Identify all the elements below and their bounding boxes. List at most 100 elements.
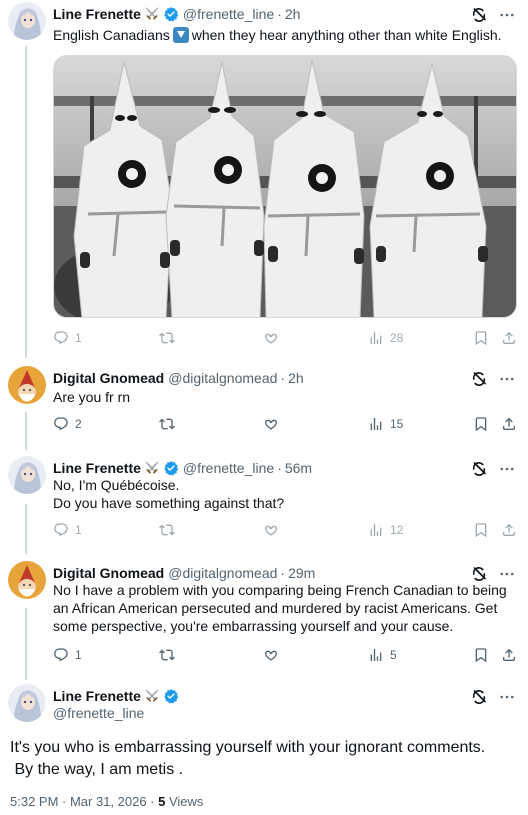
bookmark-icon [473,522,489,538]
reply-icon [53,647,69,663]
crossed-swords-icon [144,460,160,476]
timestamp[interactable]: 2h [288,370,304,386]
heart-icon [263,647,279,663]
verified-badge-icon [163,460,179,476]
retweet-icon [159,330,175,346]
reply-count: 1 [75,648,82,662]
retweet-button[interactable] [159,522,181,538]
author-name[interactable]: Digital Gnomead [53,370,164,386]
retweet-button[interactable] [159,330,181,346]
retweet-button[interactable] [159,416,181,432]
like-button[interactable] [263,330,285,346]
tweet[interactable]: Line Frenette @frenette_line · 56m No, I… [0,456,528,544]
retweet-icon [159,522,175,538]
retweet-icon [159,647,175,663]
tweet-top-icons [470,6,516,24]
tweet[interactable]: Digital Gnomead @digitalgnomead · 29m No… [0,561,528,671]
reply-icon [53,522,69,538]
avatar[interactable] [8,456,46,494]
timestamp[interactable]: 29m [288,565,315,581]
bookmark-icon [473,416,489,432]
tweet-text: No I have a problem with you comparing b… [53,581,515,635]
grok-icon[interactable] [470,370,488,388]
tweet[interactable]: Digital Gnomead @digitalgnomead · 2h Are… [0,366,528,436]
author-handle[interactable]: @frenette_line [183,6,274,22]
view-count: 5 [390,648,397,662]
author-name[interactable]: Line Frenette [53,460,141,476]
timestamp[interactable]: 2h [285,6,301,22]
avatar[interactable] [8,561,46,599]
tweet-actions: 1 12 [53,522,515,542]
tweet-text-line: No, I'm Québécoise. [53,477,180,493]
grok-icon[interactable] [470,6,488,24]
share-button[interactable] [501,330,517,346]
view-count: 15 [390,417,404,431]
heart-icon [263,330,279,346]
tweet-meta: 5:32 PM · Mar 31, 2026 · 5 Views [10,794,203,809]
share-icon [501,522,517,538]
tweet-image[interactable] [53,55,517,318]
bookmark-icon [473,330,489,346]
view-count: 28 [390,331,404,345]
tweet-text-line: Are you fr rn [53,389,131,405]
tweet-top-icons [470,688,516,706]
views-button[interactable]: 5 [368,647,397,663]
separator: · [280,565,286,581]
retweet-button[interactable] [159,647,181,663]
focused-tweet[interactable]: Line Frenette @frenette_line [0,684,528,734]
bookmark-button[interactable] [473,330,489,346]
reply-button[interactable]: 1 [53,330,82,346]
separator: · [277,6,282,22]
avatar[interactable] [8,684,46,722]
separator: · [280,370,286,386]
timestamp[interactable]: 56m [285,460,312,476]
reply-button[interactable]: 2 [53,416,82,432]
bookmark-button[interactable] [473,416,489,432]
tweet[interactable]: Line Frenette @frenette_line · 2h Englis… [0,2,528,348]
views-button[interactable]: 28 [368,330,403,346]
like-button[interactable] [263,416,285,432]
author-handle[interactable]: @frenette_line [53,705,144,721]
share-button[interactable] [501,647,517,663]
bookmark-button[interactable] [473,647,489,663]
tweet-text: No, I'm Québécoise. Do you have somethin… [53,476,515,512]
kkk-photo [54,56,516,317]
share-button[interactable] [501,416,517,432]
tweet-actions: 2 15 [53,416,515,436]
reply-count: 1 [75,331,82,345]
views-chart-icon [368,416,384,432]
bookmark-button[interactable] [473,522,489,538]
author-name[interactable]: Line Frenette [53,6,141,22]
share-button[interactable] [501,522,517,538]
views-button[interactable]: 12 [368,522,403,538]
like-button[interactable] [263,647,285,663]
author-handle[interactable]: @digitalgnomead [168,370,277,386]
reply-button[interactable]: 1 [53,522,82,538]
views-chart-icon [368,522,384,538]
focused-tweet-text: It's you who is embarrassing yourself wi… [10,737,518,781]
down-arrow-emoji [172,27,189,43]
view-count: 12 [390,523,404,537]
views-chart-icon [368,330,384,346]
more-icon[interactable] [498,6,516,24]
views-button[interactable]: 15 [368,416,403,432]
avatar[interactable] [8,366,46,404]
avatar[interactable] [8,2,46,40]
like-button[interactable] [263,522,285,538]
more-icon[interactable] [498,370,516,388]
author-handle[interactable]: @digitalgnomead [168,565,277,581]
author-name[interactable]: Line Frenette [53,688,141,704]
tweet-header: Digital Gnomead @digitalgnomead · 2h [53,370,304,386]
views-label: Views [165,794,204,809]
grok-icon[interactable] [470,688,488,706]
views-chart-icon [368,647,384,663]
author-handle[interactable]: @frenette_line [183,460,274,476]
more-icon[interactable] [498,688,516,706]
tweet-text-part: when they hear anything other than white… [191,27,502,43]
tweet-text-line: Do you have something against that? [53,495,285,511]
separator: · [277,460,282,476]
bookmark-icon [473,647,489,663]
tweet-timestamp[interactable]: 5:32 PM · Mar 31, 2026 · [10,794,158,809]
author-name[interactable]: Digital Gnomead [53,565,164,581]
reply-button[interactable]: 1 [53,647,82,663]
